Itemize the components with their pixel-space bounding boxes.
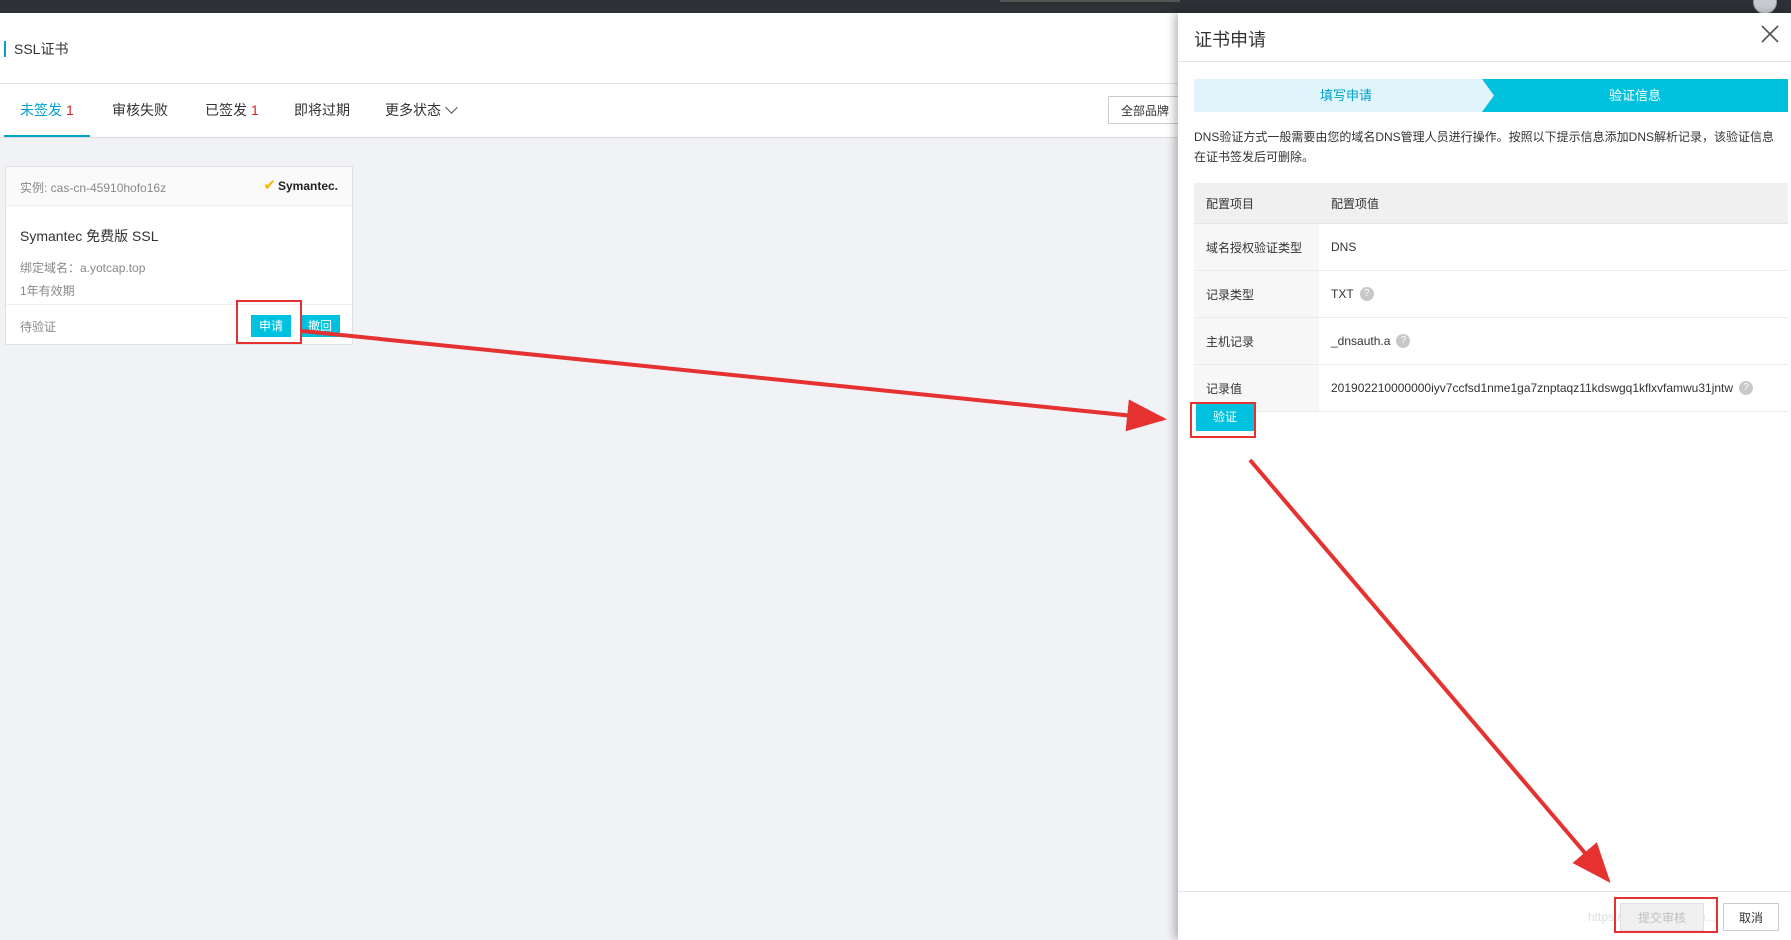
row-key: 主机记录 xyxy=(1194,317,1319,365)
checkmark-icon: ✔ xyxy=(263,177,276,194)
bound-domain: 绑定域名：a.yotcap.top xyxy=(20,261,146,275)
tab-count-badge: 1 xyxy=(251,102,259,118)
tab-expiring-soon[interactable]: 即将过期 xyxy=(294,84,350,137)
help-icon[interactable]: ? xyxy=(1396,334,1411,349)
row-value-text: TXT xyxy=(1331,286,1354,301)
table-header-row: 配置项目 配置项值 xyxy=(1194,183,1788,224)
submit-review-button[interactable]: 提交审核 xyxy=(1620,903,1704,931)
row-value: DNS xyxy=(1319,223,1788,271)
dns-config-table: 配置项目 配置项值 域名授权验证类型 DNS 记录类型 TXT? 主机记录 _d… xyxy=(1194,183,1788,412)
status-tabs: 未签发 1 审核失败 已签发 1 即将过期 更多状态 全部品牌 xyxy=(0,84,1208,138)
certificate-application-drawer: 证书申请 填写申请 验证信息 DNS验证方式一般需要由您的域名DNS管理人员进行… xyxy=(1178,13,1791,940)
row-key: 记录类型 xyxy=(1194,270,1319,318)
column-header: 配置项值 xyxy=(1319,183,1788,224)
table-row: 主机记录 _dnsauth.a? xyxy=(1194,317,1788,365)
tab-review-failed[interactable]: 审核失败 xyxy=(112,84,168,137)
revoke-button[interactable]: 撤回 xyxy=(300,315,341,337)
tab-issued[interactable]: 已签发 1 xyxy=(205,84,259,137)
help-icon[interactable]: ? xyxy=(1359,287,1374,302)
cancel-button[interactable]: 取消 xyxy=(1723,903,1779,931)
page-header: SSL证书 xyxy=(0,13,1178,84)
step-fill-application: 填写申请 xyxy=(1194,79,1498,112)
tab-label: 未签发 xyxy=(20,102,62,118)
table-row: 记录值 201902210000000iyv7ccfsd1nme1ga7znpt… xyxy=(1194,364,1788,412)
row-value: _dnsauth.a? xyxy=(1319,317,1788,365)
drawer-footer: https://blog.csdn.net/u... 提交审核 取消 xyxy=(1178,891,1791,940)
tab-unissued[interactable]: 未签发 1 xyxy=(4,84,90,137)
tab-label: 更多状态 xyxy=(385,102,441,118)
help-icon[interactable]: ? xyxy=(1739,381,1754,396)
drawer-header: 证书申请 xyxy=(1178,13,1791,62)
tab-count-badge: 1 xyxy=(66,102,74,118)
step-verify-info: 验证信息 xyxy=(1482,79,1788,112)
progress-steps: 填写申请 验证信息 xyxy=(1194,79,1788,112)
table-row: 记录类型 TXT? xyxy=(1194,270,1788,318)
verify-button[interactable]: 验证 xyxy=(1196,403,1254,431)
card-header: 实例: cas-cn-45910hofo16z ✔ Symantec. xyxy=(6,167,352,206)
symantec-logo: ✔ Symantec. xyxy=(263,176,338,194)
row-value-text: _dnsauth.a xyxy=(1331,333,1391,348)
certificate-card: 实例: cas-cn-45910hofo16z ✔ Symantec. Syman… xyxy=(5,166,353,345)
card-body: Symantec 免费版 SSL 绑定域名：a.yotcap.top 1年有效期 xyxy=(6,206,352,305)
drawer-title: 证书申请 xyxy=(1194,30,1266,50)
card-footer: 待验证 申请 撤回 xyxy=(6,305,352,345)
tab-more-status[interactable]: 更多状态 xyxy=(385,84,458,137)
row-value-text: DNS xyxy=(1331,240,1357,254)
tab-label: 即将过期 xyxy=(294,102,350,118)
arrow-to-verify xyxy=(301,329,1167,432)
top-navigation-bar xyxy=(0,0,1791,14)
row-key: 域名授权验证类型 xyxy=(1194,223,1319,271)
row-value-text: 201902210000000iyv7ccfsd1nme1ga7znptaqz1… xyxy=(1331,380,1734,395)
product-name: Symantec 免费版 SSL xyxy=(20,228,159,244)
column-header: 配置项目 xyxy=(1194,183,1319,224)
table-row: 域名授权验证类型 DNS xyxy=(1194,223,1788,271)
tab-label: 已签发 xyxy=(205,102,247,118)
avatar[interactable] xyxy=(1753,0,1777,14)
row-value: 201902210000000iyv7ccfsd1nme1ga7znptaqz1… xyxy=(1319,364,1788,412)
status-label: 待验证 xyxy=(20,320,57,334)
brand-name: Symantec. xyxy=(277,179,338,193)
close-icon[interactable] xyxy=(1759,23,1781,45)
chevron-down-icon xyxy=(445,101,458,114)
apply-button[interactable]: 申请 xyxy=(251,315,292,337)
tab-label: 审核失败 xyxy=(112,102,168,118)
page-title: SSL证书 xyxy=(4,41,68,57)
validity-period: 1年有效期 xyxy=(20,284,75,298)
row-value: TXT? xyxy=(1319,270,1788,318)
instance-id: 实例: cas-cn-45910hofo16z xyxy=(20,181,167,195)
top-search-strip xyxy=(1000,0,1180,2)
dns-description: DNS验证方式一般需要由您的域名DNS管理人员进行操作。按照以下提示信息添加DN… xyxy=(1194,130,1775,164)
